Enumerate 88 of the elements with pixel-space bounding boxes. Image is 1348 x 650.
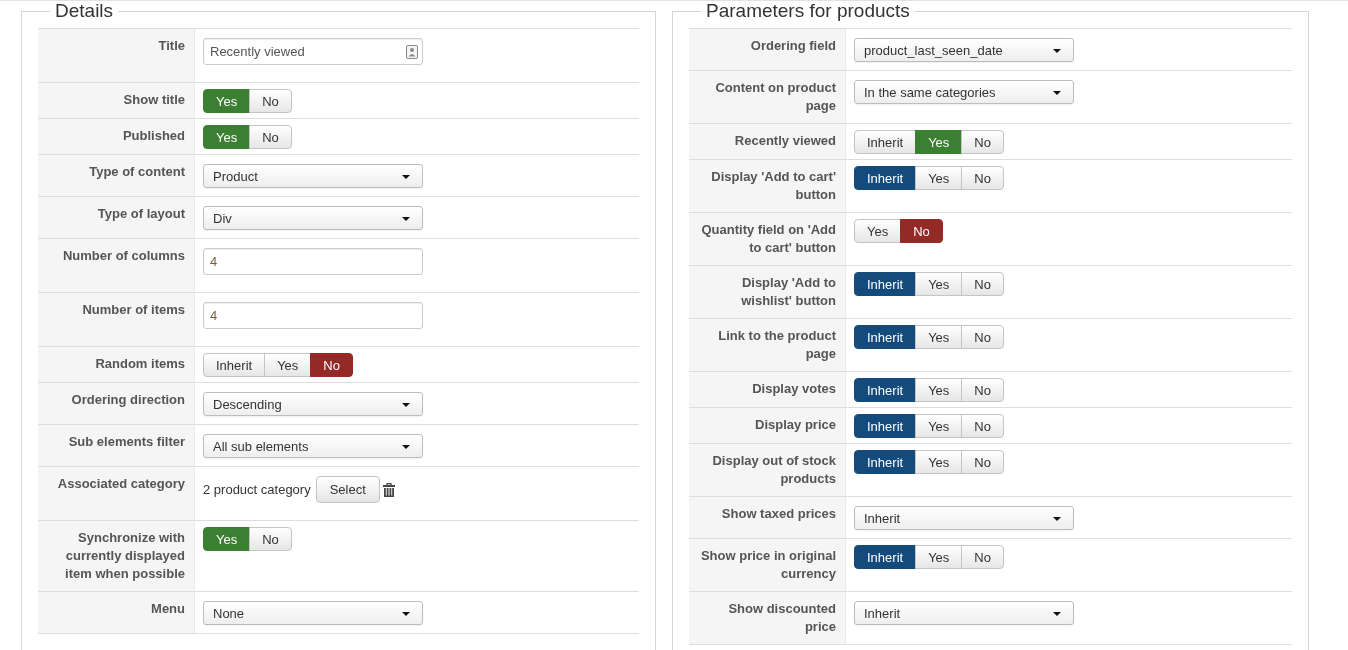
field-label: Display 'Add to wishlist' button (689, 266, 846, 318)
option-button[interactable]: Yes (915, 378, 963, 402)
option-button[interactable]: Yes (203, 527, 251, 551)
field-label: Display price (689, 408, 846, 443)
dropdown[interactable]: In the same categories (854, 80, 1074, 104)
field-label: Recently viewed (689, 124, 846, 159)
trash-icon[interactable] (382, 482, 395, 497)
option-button[interactable]: No (249, 125, 292, 149)
person-card-icon (406, 44, 418, 59)
dropdown[interactable]: Div (203, 206, 423, 230)
field-label: Show price in original currency (689, 539, 846, 591)
text-field[interactable]: Recently viewed (203, 38, 423, 65)
option-button[interactable]: Yes (854, 219, 902, 243)
field-label: Associated category (38, 467, 195, 520)
dropdown[interactable]: None (203, 601, 423, 625)
field-label: Published (38, 119, 195, 154)
option-button[interactable]: Yes (203, 125, 251, 149)
caret-icon (1053, 91, 1061, 95)
field-label: Quantity field on 'Add to cart' button (689, 213, 846, 265)
option-button[interactable]: Yes (264, 353, 312, 377)
field-label: Menu (38, 592, 195, 633)
section-legend: Parameters for products (701, 1, 915, 21)
field-label: Number of columns (38, 239, 195, 292)
dropdown[interactable]: Product (203, 164, 423, 188)
option-button[interactable]: No (961, 378, 1004, 402)
field-label: Display 'Add to cart' button (689, 160, 846, 212)
text-field[interactable]: 4 (203, 248, 423, 275)
field-label: Show title (38, 83, 195, 118)
caret-icon (402, 175, 410, 179)
dropdown[interactable]: All sub elements (203, 434, 423, 458)
option-button[interactable]: No (961, 450, 1004, 474)
option-button[interactable]: Inherit (854, 414, 917, 438)
field-label: Title (38, 29, 195, 82)
option-button[interactable]: Yes (915, 414, 963, 438)
field-label: Ordering field (689, 29, 846, 70)
dropdown[interactable]: product_last_seen_date (854, 38, 1074, 62)
field-label: Display out of stock products (689, 444, 846, 496)
option-button[interactable]: No (249, 89, 292, 113)
field-label: Type of content (38, 155, 195, 196)
caret-icon (1053, 517, 1061, 521)
field-label: Link to the product page (689, 319, 846, 371)
dropdown[interactable]: Inherit (854, 601, 1074, 625)
field-label: Type of layout (38, 197, 195, 238)
option-button[interactable]: Inherit (854, 166, 917, 190)
field-label: Synchronize with currently displayed item when possible (38, 521, 195, 591)
option-button[interactable]: Yes (915, 130, 963, 154)
option-button[interactable]: Inherit (854, 450, 917, 474)
option-button[interactable]: Yes (915, 325, 963, 349)
option-button[interactable]: Inherit (854, 272, 917, 296)
dropdown[interactable]: Inherit (854, 506, 1074, 530)
caret-icon (402, 403, 410, 407)
option-button[interactable]: Yes (915, 272, 963, 296)
caret-icon (1053, 612, 1061, 616)
option-button[interactable]: Yes (915, 166, 963, 190)
field-label: Ordering direction (38, 383, 195, 424)
field-label: Show taxed prices (689, 497, 846, 538)
field-label: Display votes (689, 372, 846, 407)
option-button[interactable]: Inherit (854, 325, 917, 349)
field-label: Sub elements filter (38, 425, 195, 466)
option-button[interactable]: No (961, 545, 1004, 569)
category-text: 2 product category (203, 482, 311, 497)
text-field[interactable]: 4 (203, 302, 423, 329)
select-button[interactable]: Select (315, 476, 380, 503)
option-button[interactable]: No (310, 353, 353, 377)
option-button[interactable]: No (961, 272, 1004, 296)
caret-icon (1053, 49, 1061, 53)
option-button[interactable]: Inherit (854, 545, 917, 569)
option-button[interactable]: Inherit (203, 353, 266, 377)
dropdown[interactable]: Descending (203, 392, 423, 416)
option-button[interactable]: Yes (203, 89, 251, 113)
option-button[interactable]: Yes (915, 545, 963, 569)
option-button[interactable]: No (961, 325, 1004, 349)
caret-icon (402, 217, 410, 221)
option-button[interactable]: Inherit (854, 130, 917, 154)
option-button[interactable]: No (961, 414, 1004, 438)
field-label: Content on product page (689, 71, 846, 123)
section-legend: Details (50, 1, 119, 21)
field-label: Number of items (38, 293, 195, 346)
option-button[interactable]: Yes (915, 450, 963, 474)
field-label: Random items (38, 347, 195, 382)
option-button[interactable]: No (249, 527, 292, 551)
field-label: Show discounted price (689, 592, 846, 644)
caret-icon (402, 612, 410, 616)
option-button[interactable]: No (900, 219, 943, 243)
caret-icon (402, 445, 410, 449)
option-button[interactable]: Inherit (854, 378, 917, 402)
option-button[interactable]: No (961, 166, 1004, 190)
option-button[interactable]: No (961, 130, 1004, 154)
